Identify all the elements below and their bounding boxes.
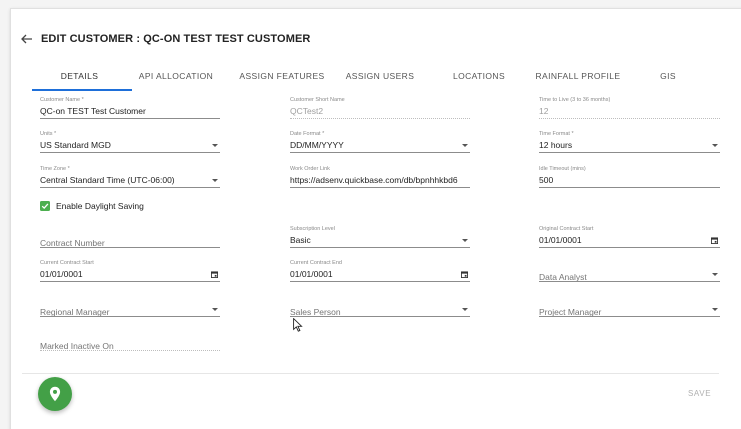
time-format-dropdown-icon[interactable] [712,144,718,147]
tab-locations[interactable]: LOCATIONS [442,60,516,92]
sales-person-underline [290,316,470,317]
date-format-value[interactable]: DD/MM/YYYY [290,140,344,150]
customer-short-name-underline [290,118,470,119]
time-zone-underline [40,187,220,188]
time-zone-dropdown-icon[interactable] [212,179,218,182]
time-to-live-field: Time to Live (3 to 36 months) 12 [539,97,720,127]
sales-person-dropdown-icon[interactable] [462,308,468,311]
current-contract-end-label: Current Contract End [290,260,342,266]
project-manager-underline [539,316,720,317]
subscription-level-value[interactable]: Basic [290,235,311,245]
idle-timeout-field[interactable]: Idle Timeout (mins) 500 [539,166,720,196]
check-icon [41,203,49,210]
original-contract-start-underline [539,247,720,248]
subscription-level-dropdown-icon[interactable] [462,239,468,242]
current-contract-start-value[interactable]: 01/01/0001 [40,269,83,279]
project-manager-select[interactable]: Project Manager [539,295,720,325]
units-select[interactable]: Units * US Standard MGD [40,131,220,161]
time-to-live-value: 12 [539,106,549,116]
tab-gis[interactable]: GIS [648,60,688,92]
subscription-level-underline [290,247,470,248]
subscription-level-select[interactable]: Subscription Level Basic [290,226,470,256]
data-analyst-dropdown-icon[interactable] [712,273,718,276]
current-contract-start-underline [40,281,220,282]
work-order-link-value[interactable]: https://adsenv.quickbase.com/db/bpnhhkbd… [290,175,458,185]
original-contract-start-field[interactable]: Original Contract Start 01/01/0001 [539,226,720,256]
tab-details[interactable]: DETAILS [22,60,137,92]
calendar-icon[interactable] [211,271,218,278]
units-value[interactable]: US Standard MGD [40,140,111,150]
customer-name-underline [40,118,220,119]
time-to-live-underline [539,118,720,119]
work-order-link-label: Work Order Link [290,166,330,172]
regional-manager-underline [40,316,220,317]
idle-timeout-label: Idle Timeout (mins) [539,166,586,172]
subscription-level-label: Subscription Level [290,226,335,232]
time-zone-label: Time Zone * [40,166,70,172]
contract-number-underline [40,247,220,248]
idle-timeout-underline [539,187,720,188]
page-title: EDIT CUSTOMER : QC-ON TEST TEST CUSTOMER [41,33,311,45]
regional-manager-select[interactable]: Regional Manager [40,295,220,325]
time-zone-value[interactable]: Central Standard Time (UTC-06:00) [40,175,175,185]
active-tab-indicator [32,89,132,91]
daylight-saving-row: Enable Daylight Saving [40,200,144,212]
tab-assign-features[interactable]: ASSIGN FEATURES [232,60,332,92]
regional-manager-dropdown-icon[interactable] [212,308,218,311]
data-analyst-select[interactable]: Data Analyst [539,260,720,290]
current-contract-start-label: Current Contract Start [40,260,94,266]
time-format-select[interactable]: Time Format * 12 hours [539,131,720,161]
customer-short-name-label: Customer Short Name [290,97,345,103]
date-format-dropdown-icon[interactable] [462,144,468,147]
tab-assign-users[interactable]: ASSIGN USERS [338,60,422,92]
work-order-link-underline [290,187,470,188]
marked-inactive-on-underline [40,350,220,351]
date-format-underline [290,152,470,153]
tab-bar: DETAILS API ALLOCATION ASSIGN FEATURES A… [22,60,722,92]
current-contract-end-underline [290,281,470,282]
customer-name-label: Customer Name * [40,97,84,103]
page-header: EDIT CUSTOMER : QC-ON TEST TEST CUSTOMER [20,30,310,48]
customer-short-name-value: QCTest2 [290,106,324,116]
current-contract-end-value[interactable]: 01/01/0001 [290,269,333,279]
mouse-cursor-icon [293,318,303,332]
current-contract-end-field[interactable]: Current Contract End 01/01/0001 [290,260,470,290]
tab-rainfall-profile[interactable]: RAINFALL PROFILE [528,60,628,92]
data-analyst-underline [539,281,720,282]
marked-inactive-on-field: Marked Inactive On [40,329,220,359]
original-contract-start-label: Original Contract Start [539,226,594,232]
save-button[interactable]: SAVE [688,389,711,398]
customer-short-name-field: Customer Short Name QCTest2 [290,97,470,127]
time-format-label: Time Format * [539,131,574,137]
project-manager-dropdown-icon[interactable] [712,308,718,311]
calendar-icon[interactable] [711,237,718,244]
date-format-label: Date Format * [290,131,325,137]
contract-number-field[interactable]: Contract Number [40,226,220,256]
calendar-icon[interactable] [461,271,468,278]
idle-timeout-value[interactable]: 500 [539,175,553,185]
map-pin-icon [49,386,61,402]
work-order-link-field[interactable]: Work Order Link https://adsenv.quickbase… [290,166,470,196]
original-contract-start-value[interactable]: 01/01/0001 [539,235,582,245]
daylight-saving-label: Enable Daylight Saving [56,201,144,211]
time-to-live-label: Time to Live (3 to 36 months) [539,97,611,103]
units-underline [40,152,220,153]
units-label: Units * [40,131,57,137]
time-format-value[interactable]: 12 hours [539,140,572,150]
back-arrow-icon[interactable] [20,32,34,46]
customer-name-value[interactable]: QC-on TEST Test Customer [40,106,146,116]
date-format-select[interactable]: Date Format * DD/MM/YYYY [290,131,470,161]
customer-name-field[interactable]: Customer Name * QC-on TEST Test Customer [40,97,220,127]
units-dropdown-icon[interactable] [212,144,218,147]
sales-person-select[interactable]: Sales Person [290,295,470,325]
footer-divider [22,373,719,374]
map-pin-button[interactable] [38,377,72,411]
current-contract-start-field[interactable]: Current Contract Start 01/01/0001 [40,260,220,290]
tab-api-allocation[interactable]: API ALLOCATION [132,60,220,92]
daylight-saving-checkbox[interactable] [40,201,50,211]
time-zone-select[interactable]: Time Zone * Central Standard Time (UTC-0… [40,166,220,196]
time-format-underline [539,152,720,153]
